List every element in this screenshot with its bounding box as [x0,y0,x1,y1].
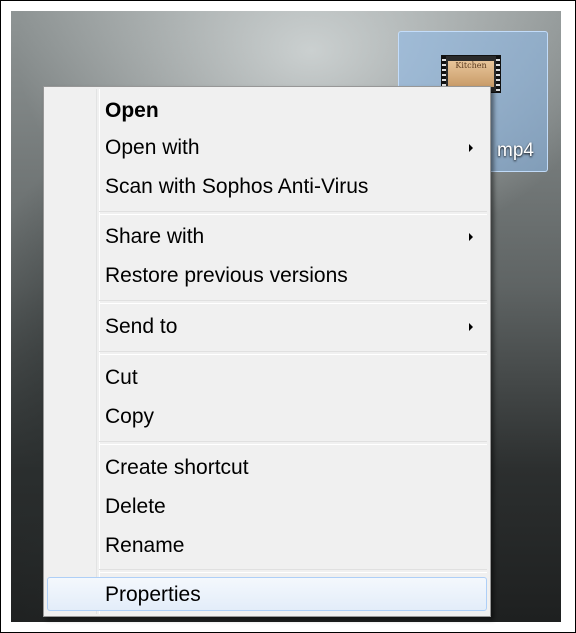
menu-item-restore-versions[interactable]: Restore previous versions [47,259,487,293]
menu-item-label: Open with [105,136,200,159]
menu-item-label: Copy [105,405,155,428]
menu-separator [99,351,487,355]
menu-item-label: Send to [105,315,178,338]
submenu-arrow-icon [469,233,473,241]
video-thumbnail: Kitchen [448,61,494,87]
menu-item-rename[interactable]: Rename [47,529,487,563]
menu-item-label: Properties [105,583,201,606]
menu-item-label: Share with [105,225,205,248]
menu-separator [99,300,487,304]
menu-item-label: Restore previous versions [105,264,348,287]
menu-item-properties[interactable]: Properties [47,577,487,611]
menu-item-scan-sophos[interactable]: Scan with Sophos Anti-Virus [47,170,487,204]
submenu-arrow-icon [469,323,473,331]
menu-separator [99,211,487,215]
context-menu: Open Open with Scan with Sophos Anti-Vir… [43,86,491,617]
menu-item-cut[interactable]: Cut [47,361,487,395]
menu-item-delete[interactable]: Delete [47,490,487,524]
menu-item-copy[interactable]: Copy [47,400,487,434]
menu-item-open[interactable]: Open [47,94,487,128]
menu-separator [99,569,487,573]
menu-separator [99,441,487,445]
menu-item-share-with[interactable]: Share with [47,220,487,254]
menu-item-label: Scan with Sophos Anti-Virus [105,175,369,198]
menu-item-send-to[interactable]: Send to [47,310,487,344]
menu-item-label: Create shortcut [105,456,249,479]
submenu-arrow-icon [469,144,473,152]
menu-item-create-shortcut[interactable]: Create shortcut [47,451,487,485]
menu-item-label: Open [105,99,159,122]
menu-item-label: Rename [105,534,185,557]
menu-item-open-with[interactable]: Open with [47,131,487,165]
menu-item-label: Delete [105,495,166,518]
menu-item-label: Cut [105,366,138,389]
